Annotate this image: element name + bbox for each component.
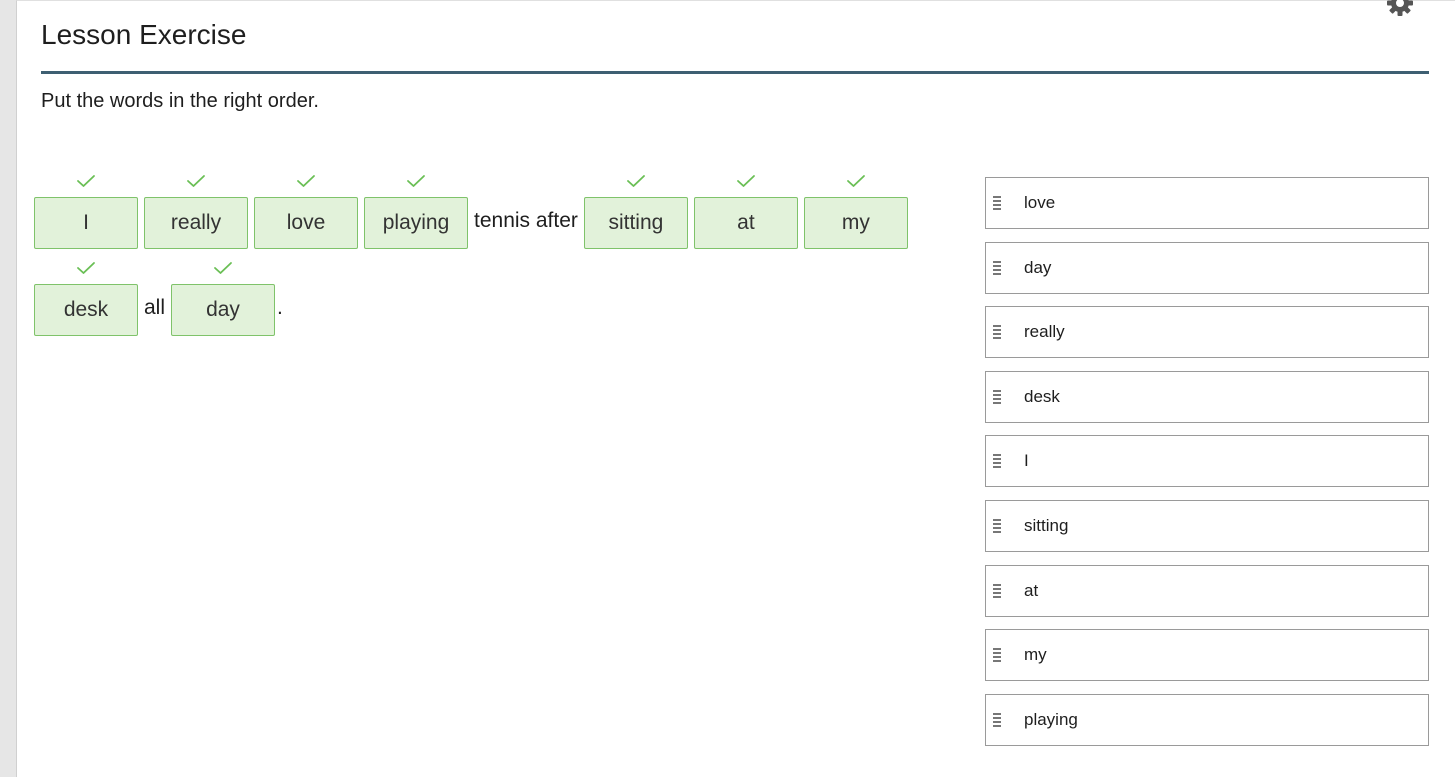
placed-word-chip-at[interactable]: at: [693, 197, 798, 249]
drag-handle-icon[interactable]: [993, 389, 1001, 404]
checkmark-icon: [627, 175, 645, 187]
word-slot: really: [144, 174, 248, 249]
checkmark-icon: [737, 175, 755, 187]
word-bank-item[interactable]: playing: [985, 693, 1429, 746]
word-bank-label: really: [1024, 322, 1065, 342]
word-slot: day: [171, 261, 276, 336]
word-bank-label: love: [1024, 193, 1056, 212]
sentence-area: I really love playing tennis after sitti…: [34, 169, 934, 343]
word-slot: desk: [34, 261, 138, 336]
placed-word-chip-my[interactable]: my: [803, 197, 908, 249]
sentence-line-2: desk all day .: [34, 256, 934, 336]
word-bank-item[interactable]: at: [985, 564, 1429, 617]
word-bank-label: my: [1024, 645, 1047, 665]
drag-handle-icon[interactable]: [993, 454, 1001, 469]
checkmark-icon: [187, 175, 205, 187]
word-bank-label: sitting: [1024, 515, 1069, 535]
word-bank-item[interactable]: love: [985, 177, 1429, 229]
word-bank-item[interactable]: day: [985, 241, 1429, 294]
word-bank-item[interactable]: sitting: [985, 499, 1429, 552]
checkmark-icon: [407, 175, 425, 187]
word-bank-item[interactable]: my: [985, 629, 1429, 682]
checkmark-icon: [77, 175, 95, 187]
word-bank: love day really desk I sitting at my pla…: [985, 177, 1429, 758]
title-divider: [41, 71, 1429, 74]
checkmark-icon: [297, 175, 315, 187]
placed-word-chip-day[interactable]: day: [171, 284, 276, 336]
word-bank-label: day: [1024, 257, 1052, 277]
word-slot: my: [803, 174, 908, 249]
placed-word-chip-desk[interactable]: desk: [34, 284, 138, 336]
word-bank-item[interactable]: really: [985, 306, 1429, 359]
checkmark-icon: [214, 262, 232, 274]
drag-handle-icon[interactable]: [993, 260, 1001, 275]
drag-handle-icon[interactable]: [993, 325, 1001, 340]
fixed-text-tennis-after: tennis after: [474, 209, 578, 232]
placed-word-chip-really[interactable]: really: [144, 197, 248, 249]
word-slot: sitting: [583, 174, 688, 249]
word-bank-item[interactable]: I: [985, 435, 1429, 488]
sentence-line-1: I really love playing tennis after sitti…: [34, 169, 934, 249]
exercise-panel: Lesson Exercise Put the words in the rig…: [16, 0, 1455, 777]
page-title: Lesson Exercise: [41, 19, 247, 50]
word-bank-item[interactable]: desk: [985, 370, 1429, 423]
instruction-text: Put the words in the right order.: [41, 90, 319, 112]
word-bank-label: desk: [1024, 386, 1060, 406]
fixed-text-period: .: [277, 296, 283, 319]
placed-word-chip-love[interactable]: love: [254, 197, 358, 249]
gear-icon[interactable]: [1386, 0, 1414, 17]
word-slot: love: [254, 174, 358, 249]
word-bank-label: I: [1024, 451, 1029, 471]
word-slot: playing: [364, 174, 468, 249]
drag-handle-icon[interactable]: [993, 196, 1001, 210]
word-slot: I: [34, 174, 138, 249]
fixed-text-all: all: [144, 296, 166, 319]
word-slot: at: [693, 174, 798, 249]
placed-word-chip-playing[interactable]: playing: [364, 197, 468, 249]
checkmark-icon: [77, 262, 95, 274]
drag-handle-icon[interactable]: [993, 518, 1001, 533]
drag-handle-icon[interactable]: [993, 648, 1001, 663]
word-bank-label: at: [1024, 580, 1039, 600]
checkmark-icon: [847, 175, 865, 187]
drag-handle-icon[interactable]: [993, 583, 1001, 598]
drag-handle-icon[interactable]: [993, 712, 1001, 727]
word-bank-label: playing: [1024, 709, 1078, 729]
placed-word-chip-sitting[interactable]: sitting: [583, 197, 688, 249]
placed-word-chip-i[interactable]: I: [34, 197, 138, 249]
